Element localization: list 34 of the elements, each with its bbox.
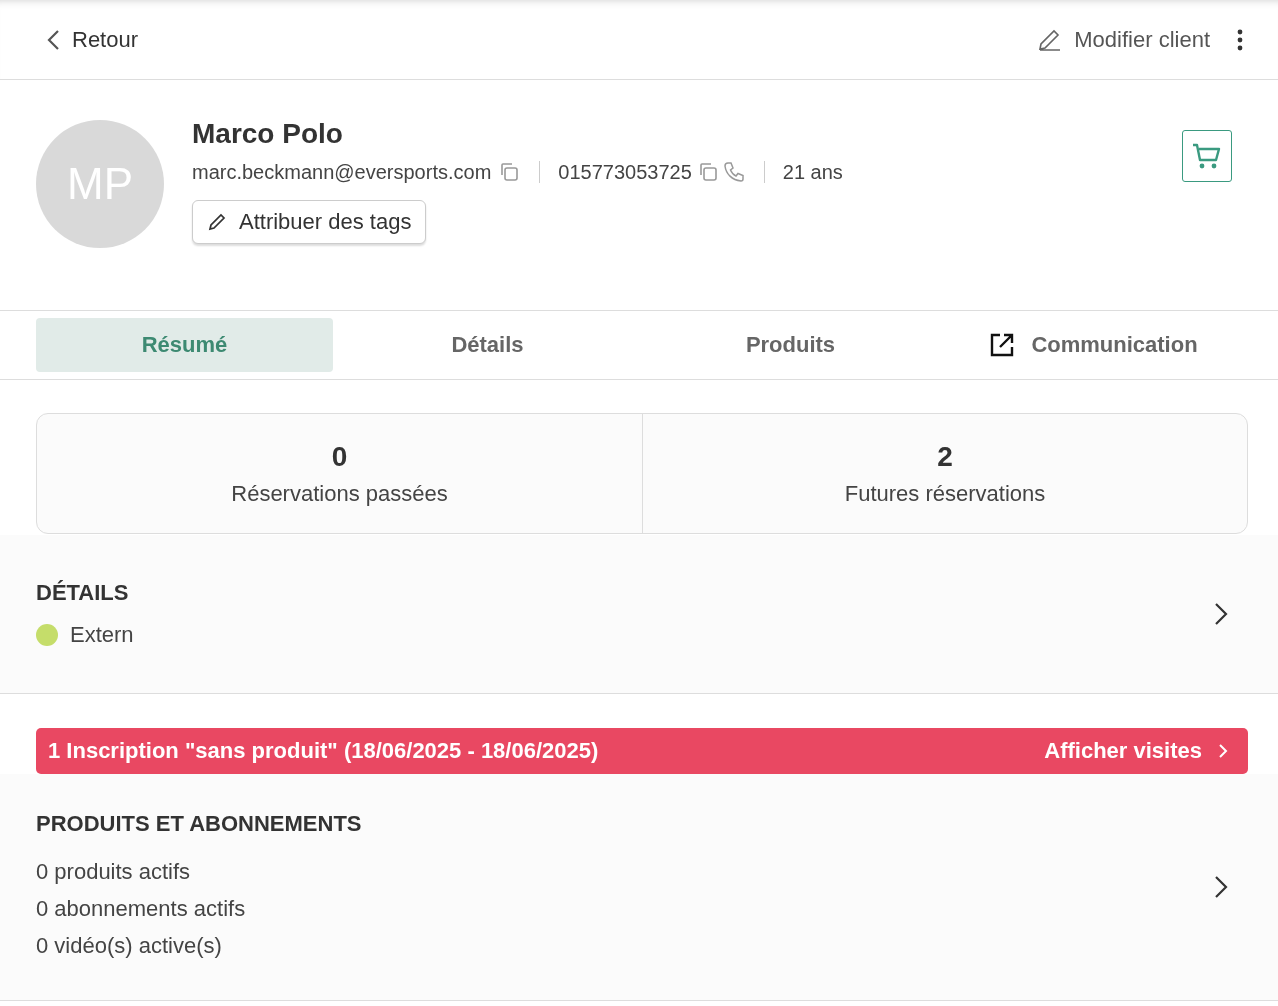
back-link[interactable]: Retour [46,26,139,53]
products-section[interactable]: PRODUITS ET ABONNEMENTS 0 produits actifs 0 abonnements actifs 0 vidéo(s) active(s) [0,774,1278,1001]
section-title: PRODUITS ET ABONNEMENTS [36,810,362,837]
tab[interactable]: Produits [642,318,939,372]
stat-value: 2 [937,440,953,473]
stat-label: Réservations passées [231,480,448,507]
chevron-left-icon [46,28,62,51]
cart-button[interactable] [1182,130,1232,182]
external-link-icon [989,332,1016,358]
client-phone: 015773053725 [558,160,692,184]
stat-value: 0 [331,440,348,473]
more-icon[interactable] [1236,27,1244,52]
details-section[interactable]: DÉTAILS Extern [0,535,1278,694]
chevron-right-icon [1214,875,1228,899]
tab[interactable]: Détails [339,318,636,372]
product-count: 0 abonnements actifs [36,894,247,923]
section-title: DÉTAILS [36,580,130,606]
stat-label: Futures réservations [844,480,1046,507]
client-name: Marco Polo [192,118,344,150]
assign-tags-button[interactable]: Attribuer des tags [192,200,427,244]
tab[interactable]: Communication [945,318,1242,372]
show-visits-link[interactable]: Afficher visites [1044,738,1228,764]
client-age: 21 ans [782,160,843,184]
client-email: marc.beckmann@eversports.com [192,160,492,184]
edit-client-link[interactable]: Modifier client [1036,26,1210,53]
product-count: 0 produits actifs [36,857,192,886]
status-label: Extern [70,622,134,648]
alert-text: 1 Inscription "sans produit" (18/06/2025 - 18/06/2025) [48,738,599,764]
cart-icon [1191,141,1223,171]
product-count: 0 vidéo(s) active(s) [36,931,223,960]
chevron-right-icon [1214,602,1228,626]
chevron-right-icon [1218,743,1228,759]
phone-icon[interactable] [721,160,746,184]
pencil-icon [207,212,227,232]
